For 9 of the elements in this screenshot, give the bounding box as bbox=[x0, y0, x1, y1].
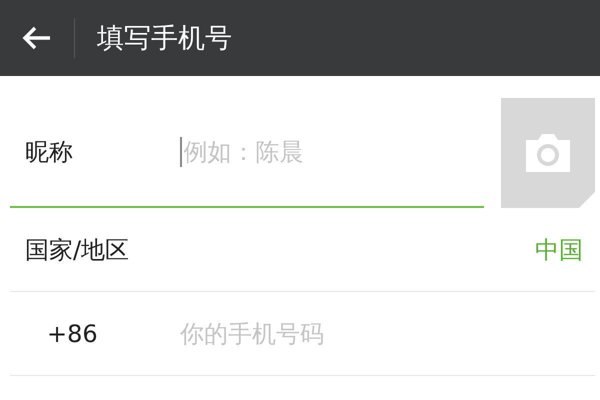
text-cursor bbox=[180, 137, 182, 167]
back-arrow-icon bbox=[22, 25, 52, 51]
field-label: 国家/地区 bbox=[24, 234, 130, 266]
country-code[interactable]: +86 bbox=[10, 320, 180, 348]
page-title: 填写手机号 bbox=[97, 22, 232, 56]
corner-triangle-icon bbox=[579, 192, 595, 208]
phone-field[interactable]: 你的手机号码 bbox=[180, 320, 595, 348]
nickname-field[interactable]: 例如：陈晨 bbox=[184, 138, 484, 166]
field-label: 昵称 bbox=[24, 137, 74, 168]
